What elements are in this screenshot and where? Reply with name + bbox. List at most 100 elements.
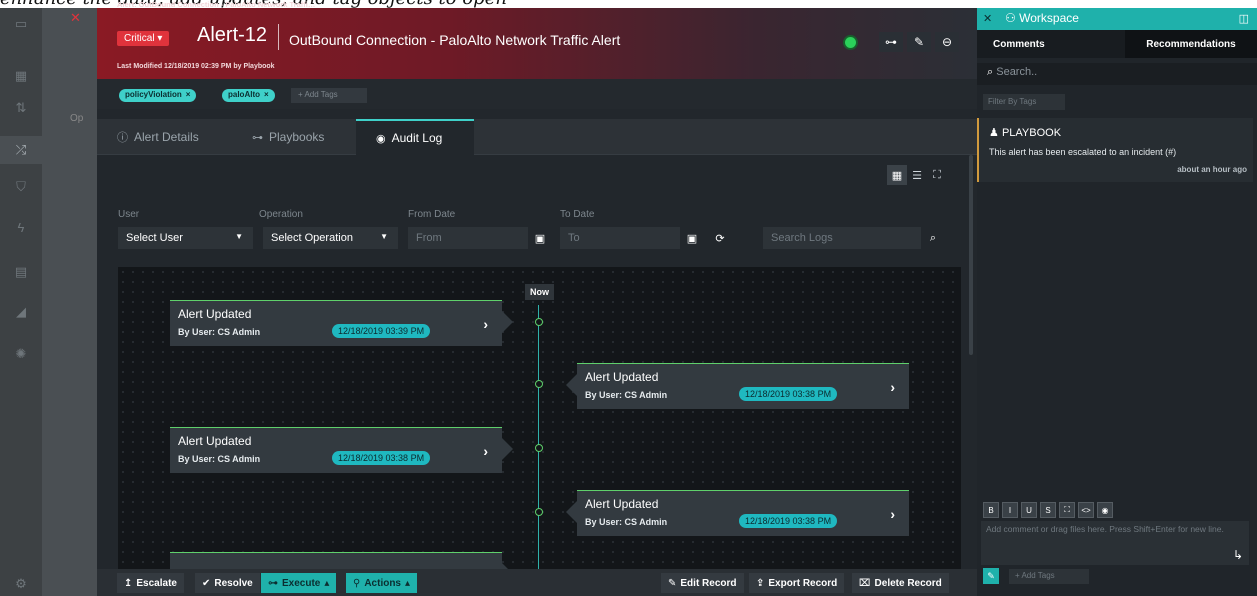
workspace-header: ✕ ⚇ Workspace ◫ <box>977 8 1257 30</box>
tags-row: policyViolation × paloAlto × + Add Tags <box>97 79 977 109</box>
comment-input[interactable]: Add comment or drag files here. Press Sh… <box>981 521 1249 565</box>
close-icon[interactable]: × <box>264 90 269 99</box>
building-icon[interactable]: ▤ <box>0 258 42 286</box>
user-icon: ♟ <box>989 127 999 139</box>
timeline-line <box>538 305 539 569</box>
search-logs-input[interactable]: Search Logs <box>763 227 921 249</box>
maximize-icon[interactable]: ◫ <box>1239 12 1249 25</box>
shield-icon[interactable]: ⛉ <box>0 173 42 201</box>
playbook-button[interactable]: ⊶ <box>879 32 903 52</box>
gear-icon[interactable]: ✺ <box>0 340 42 368</box>
calendar-icon[interactable]: ▣ <box>680 227 704 249</box>
preview-button[interactable]: ◉ <box>1097 502 1113 518</box>
to-date-label: To Date <box>560 209 595 220</box>
close-icon[interactable]: × <box>186 90 191 99</box>
resolve-button[interactable]: ✔ Resolve <box>195 573 260 593</box>
tab-audit-log[interactable]: ◉ Audit Log <box>356 119 474 155</box>
execute-button[interactable]: ⊶ Execute ▴ <box>261 573 337 593</box>
link-button[interactable]: ⊖ <box>935 32 959 52</box>
tag-chip[interactable]: paloAlto × <box>222 89 275 102</box>
card-date-badge: 12/18/2019 03:38 PM <box>739 387 838 401</box>
alert-id: Alert-12 <box>197 24 268 46</box>
caret-up-icon: ▴ <box>324 577 330 589</box>
grid-icon[interactable]: ▦ <box>0 62 42 90</box>
underline-button[interactable]: U <box>1021 502 1037 518</box>
add-tags-input[interactable]: + Add Tags <box>291 88 367 103</box>
close-icon[interactable]: ✕ <box>70 10 81 26</box>
strike-button[interactable]: S <box>1040 502 1056 518</box>
left-nav-rail: ▭ ▦ ⇅ ⤮ ⛉ ϟ ▤ ◢ ✺ ⚙ <box>0 8 42 596</box>
severity-dropdown[interactable]: Critical ▾ <box>117 31 170 46</box>
user-select[interactable]: Select User ▼ <box>118 227 253 249</box>
timeline-dot <box>535 444 543 452</box>
chevron-right-icon[interactable]: › <box>890 506 895 522</box>
actions-button[interactable]: ⚲ Actions ▴ <box>346 573 418 593</box>
view-toggles: ▦ ☰ ⛶ <box>887 165 947 185</box>
edit-record-button[interactable]: ✎ Edit Record <box>661 573 744 593</box>
entry-body: This alert has been escalated to an inci… <box>989 147 1177 157</box>
workspace-panel: ✕ ⚇ Workspace ◫ Comments Recommendations… <box>977 8 1257 596</box>
tab-alert-details[interactable]: ⓘ Alert Details <box>97 119 232 155</box>
close-icon[interactable]: ✕ <box>983 12 992 25</box>
operation-select[interactable]: Select Operation ▼ <box>263 227 398 249</box>
tab-comments[interactable]: Comments <box>977 30 1125 58</box>
chevron-right-icon[interactable]: › <box>483 443 488 459</box>
user-label: User <box>118 209 140 220</box>
workspace-title: Workspace <box>1019 11 1079 25</box>
card-title: Alert Updated <box>585 370 659 384</box>
code-button[interactable]: <> <box>1078 502 1094 518</box>
list-view-icon[interactable]: ☰ <box>907 165 927 185</box>
tag-chip[interactable]: policyViolation × <box>119 89 197 102</box>
settings-icon[interactable]: ⚙ <box>0 570 42 596</box>
expand-button[interactable]: ⛶ <box>1059 502 1075 518</box>
workspace-icon: ⚇ <box>1005 11 1016 25</box>
chevron-right-icon[interactable]: › <box>483 316 488 332</box>
scrollbar[interactable] <box>969 155 973 355</box>
bold-button[interactable]: B <box>983 502 999 518</box>
escalate-button[interactable]: ↥ Escalate <box>117 573 184 593</box>
sort-icon[interactable]: ⇅ <box>0 94 42 122</box>
audit-timeline: Now Alert Updated By User: CS Admin 12/1… <box>118 267 961 569</box>
send-icon[interactable]: ↳ <box>1233 548 1243 562</box>
shuffle-icon[interactable]: ⤮ <box>0 136 42 164</box>
check-icon: ✔ <box>202 577 211 589</box>
timeline-card[interactable]: Alert Updated By User: CS Admin 12/18/20… <box>566 363 909 409</box>
breadcrumb: Alert: OutBound Connection - PaloAlto Ne… <box>117 0 316 9</box>
timeline-dot <box>535 508 543 516</box>
timeline-card[interactable]: Alert Updated By User: CS Admin 12/18/20… <box>566 490 909 536</box>
chart-icon[interactable]: ◢ <box>0 298 42 326</box>
timeline-card[interactable]: Alert Updated By User: CS Admin 12/18/20… <box>170 427 513 473</box>
calendar-icon[interactable]: ▣ <box>528 227 552 249</box>
italic-button[interactable]: I <box>1002 502 1018 518</box>
card-date-badge: 12/18/2019 03:39 PM <box>332 324 431 338</box>
workspace-search-input[interactable]: ⌕ Search.. <box>977 63 1257 85</box>
card-user: By User: CS Admin <box>178 454 261 464</box>
workspace-add-tags-input[interactable]: + Add Tags <box>1009 569 1089 584</box>
bolt-icon[interactable]: ϟ <box>0 213 42 241</box>
to-date-input[interactable]: To <box>560 227 680 249</box>
card-title: Alert Updated <box>178 434 252 448</box>
timeline-dot <box>535 380 543 388</box>
status-indicator <box>845 37 856 48</box>
delete-record-button[interactable]: ⌧ Delete Record <box>852 573 949 593</box>
grid-view-icon[interactable]: ▦ <box>887 165 907 185</box>
fullscreen-icon[interactable]: ⛶ <box>927 165 947 185</box>
tab-recommendations[interactable]: Recommendations <box>1125 30 1257 58</box>
chevron-right-icon[interactable]: › <box>890 379 895 395</box>
background-text: Op <box>70 113 84 124</box>
attach-icon[interactable]: ✎ <box>983 568 999 584</box>
workspace-tabs: Comments Recommendations <box>977 30 1257 58</box>
edit-button[interactable]: ✎ <box>907 32 931 52</box>
bottom-action-bar: ↥ Escalate ✔ Resolve ⊶ Execute ▴ ⚲ Actions ▴ ✎… <box>97 569 977 596</box>
tab-playbooks[interactable]: ⊶ Playbooks <box>232 119 356 155</box>
timeline-card[interactable]: Alert Updated By User: CS Admin 12/18/20… <box>170 300 513 346</box>
refresh-icon[interactable]: ⟳ <box>708 227 732 249</box>
filter-by-tags-input[interactable]: Filter By Tags <box>983 94 1065 110</box>
apps-icon[interactable]: ▭ <box>0 10 42 38</box>
main-panel: ⓘ Alert Details ⊶ Playbooks ◉ Audit Log ▦ ☰… <box>97 109 977 569</box>
timeline-card-partial[interactable] <box>170 552 513 569</box>
search-icon[interactable]: ⌕ <box>921 227 945 249</box>
from-date-label: From Date <box>408 209 456 220</box>
from-date-input[interactable]: From <box>408 227 528 249</box>
export-record-button[interactable]: ⇪ Export Record <box>749 573 845 593</box>
